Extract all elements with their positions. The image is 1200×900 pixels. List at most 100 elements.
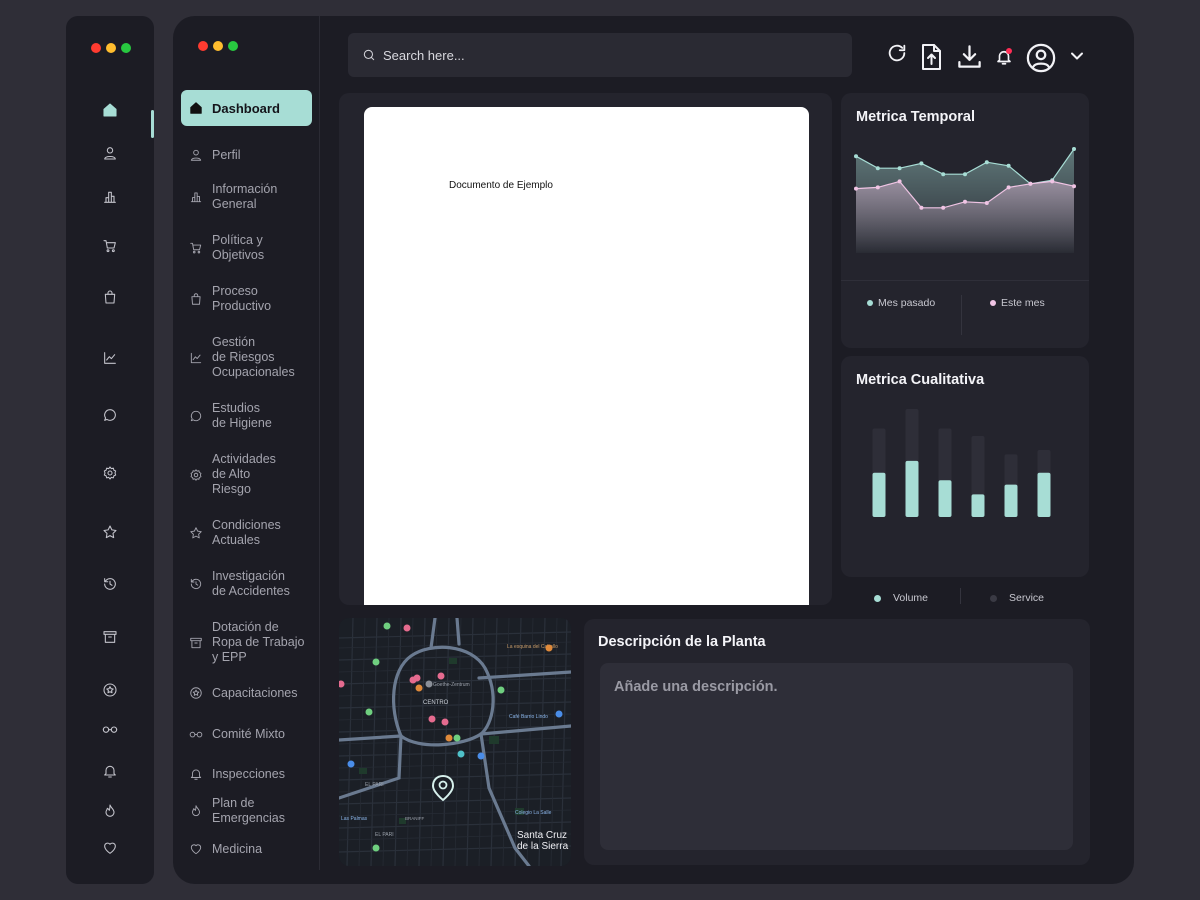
temporal-metric-title: Metrica Temporal [856, 109, 975, 125]
rail-active-indicator [151, 110, 154, 138]
file-upload-icon[interactable] [919, 43, 943, 71]
sidebar-item-capacitaciones[interactable]: Capacitaciones [181, 685, 312, 701]
bag-icon[interactable] [100, 287, 120, 307]
history-icon[interactable] [100, 574, 120, 594]
sidebar-item-inspecciones[interactable]: Inspecciones [181, 766, 312, 782]
badge-star-icon[interactable] [100, 680, 120, 700]
map-label-colegio: Colegio La Salle [515, 810, 552, 816]
search-icon [363, 49, 375, 61]
window-controls [198, 41, 238, 51]
sidebar-item-gestion-riesgos[interactable]: Gestión de Riesgos Ocupacionales [181, 335, 312, 380]
legend-label: Este mes [1001, 297, 1045, 309]
gear-icon [188, 467, 204, 483]
heart-icon [188, 841, 204, 857]
data-point [963, 172, 967, 177]
bell-icon [188, 766, 204, 782]
archive-icon[interactable] [100, 627, 120, 647]
history-icon [188, 576, 204, 592]
data-point [897, 166, 902, 171]
plant-description-title: Descripción de la Planta [598, 634, 766, 650]
bar-volume [1037, 472, 1051, 517]
maximize-dot[interactable] [228, 41, 238, 51]
sidebar-item-dashboard[interactable]: Dashboard [181, 90, 312, 126]
minimize-dot[interactable] [213, 41, 223, 51]
sidebar-item-condiciones-actuales[interactable]: Condiciones Actuales [181, 518, 312, 548]
sidebar-item-politica-objetivos[interactable]: Política y Objetivos [181, 233, 312, 263]
heart-icon[interactable] [100, 838, 120, 858]
map-label-centro: CENTRO [423, 700, 449, 706]
sidebar-item-medicina[interactable]: Medicina [181, 841, 312, 857]
sidebar-item-label: Investigación de Accidentes [212, 569, 290, 598]
download-icon[interactable] [956, 43, 983, 70]
data-point [875, 185, 880, 190]
user-icon[interactable] [100, 143, 120, 163]
user-circle-icon[interactable] [1026, 43, 1056, 73]
app-window: Dashboard Perfil Información General Pol… [173, 16, 1134, 884]
maximize-dot[interactable] [121, 43, 131, 53]
sidebar-item-proceso-productivo[interactable]: Proceso Productivo [181, 284, 312, 314]
close-dot[interactable] [91, 43, 101, 53]
data-point [919, 161, 924, 166]
sidebar-item-label: Dotación de Ropa de Trabajo y EPP [212, 620, 305, 664]
data-point [963, 199, 967, 204]
bar-volume [938, 480, 952, 517]
temporal-metric-panel: Metrica Temporal Mes pasado Este mes [841, 93, 1089, 348]
qualitative-bar-chart [872, 409, 1051, 517]
document-preview-panel: Documento de Ejemplo [339, 93, 832, 605]
document-page[interactable]: Documento de Ejemplo [364, 107, 809, 605]
cart-icon [188, 240, 204, 256]
sidebar-item-label: Proceso Productivo [212, 284, 272, 313]
star-icon[interactable] [100, 522, 120, 542]
sidebar-item-comite-mixto[interactable]: Comité Mixto [181, 726, 312, 742]
qualitative-legend-divider [960, 588, 961, 604]
map-view[interactable]: CENTRO Goethe-Zentrum La esquina del Cab… [339, 618, 571, 866]
plant-description-panel: Descripción de la Planta [584, 619, 1090, 865]
sidebar-item-label: Dashboard [212, 100, 280, 116]
line-chart-icon[interactable] [100, 348, 120, 368]
star-icon [188, 525, 204, 541]
bell-icon[interactable] [100, 761, 120, 781]
data-point [1072, 147, 1076, 151]
refresh-icon[interactable] [886, 42, 908, 64]
sidebar-item-actividades-alto-riesgo[interactable]: Actividades de Alto Riesgo [181, 452, 312, 497]
bar-volume [872, 472, 886, 517]
chat-icon [188, 408, 204, 424]
badge-star-icon [188, 685, 204, 701]
home-icon[interactable] [100, 100, 120, 120]
legend-dot [990, 594, 997, 602]
bar-volume [905, 460, 919, 517]
data-point [984, 201, 989, 205]
sidebar-item-estudios-higiene[interactable]: Estudios de Higiene [181, 401, 312, 431]
user-icon [188, 147, 204, 163]
bell-icon[interactable] [995, 47, 1013, 67]
flame-icon[interactable] [100, 801, 120, 821]
chat-icon[interactable] [100, 405, 120, 425]
sidebar-item-informacion-general[interactable]: Información General [181, 182, 312, 212]
sidebar-item-label: Comité Mixto [212, 726, 285, 741]
temporal-divider [841, 280, 1089, 281]
search-bar [348, 33, 852, 77]
close-dot[interactable] [198, 41, 208, 51]
search-input[interactable] [383, 47, 823, 63]
sidebar-item-dotacion-ropa[interactable]: Dotación de Ropa de Trabajo y EPP [181, 620, 312, 665]
chevron-down-icon[interactable] [1070, 51, 1084, 61]
description-field-box [600, 663, 1073, 850]
data-point [875, 166, 880, 171]
notification-dot [1006, 48, 1012, 54]
glasses-icon[interactable] [100, 719, 120, 739]
sidebar-item-label: Política y Objetivos [212, 233, 265, 262]
sidebar-item-label: Estudios de Higiene [212, 401, 272, 430]
map-label-cafe: Café Barrio Lindo [509, 714, 548, 720]
minimize-dot[interactable] [106, 43, 116, 53]
sidebar-item-perfil[interactable]: Perfil [181, 147, 312, 163]
icon-rail [66, 16, 154, 884]
description-textarea[interactable] [614, 679, 1059, 834]
gear-icon[interactable] [100, 463, 120, 483]
sidebar-item-investigacion-accidentes[interactable]: Investigación de Accidentes [181, 569, 312, 599]
sidebar-item-label: Información General [212, 182, 278, 211]
cart-icon[interactable] [100, 236, 120, 256]
sidebar-item-plan-emergencias[interactable]: Plan de Emergencias [181, 796, 312, 826]
legend-service: Service [990, 592, 1044, 604]
bar-chart-icon[interactable] [100, 187, 120, 207]
map-panel[interactable]: CENTRO Goethe-Zentrum La esquina del Cab… [339, 618, 571, 866]
